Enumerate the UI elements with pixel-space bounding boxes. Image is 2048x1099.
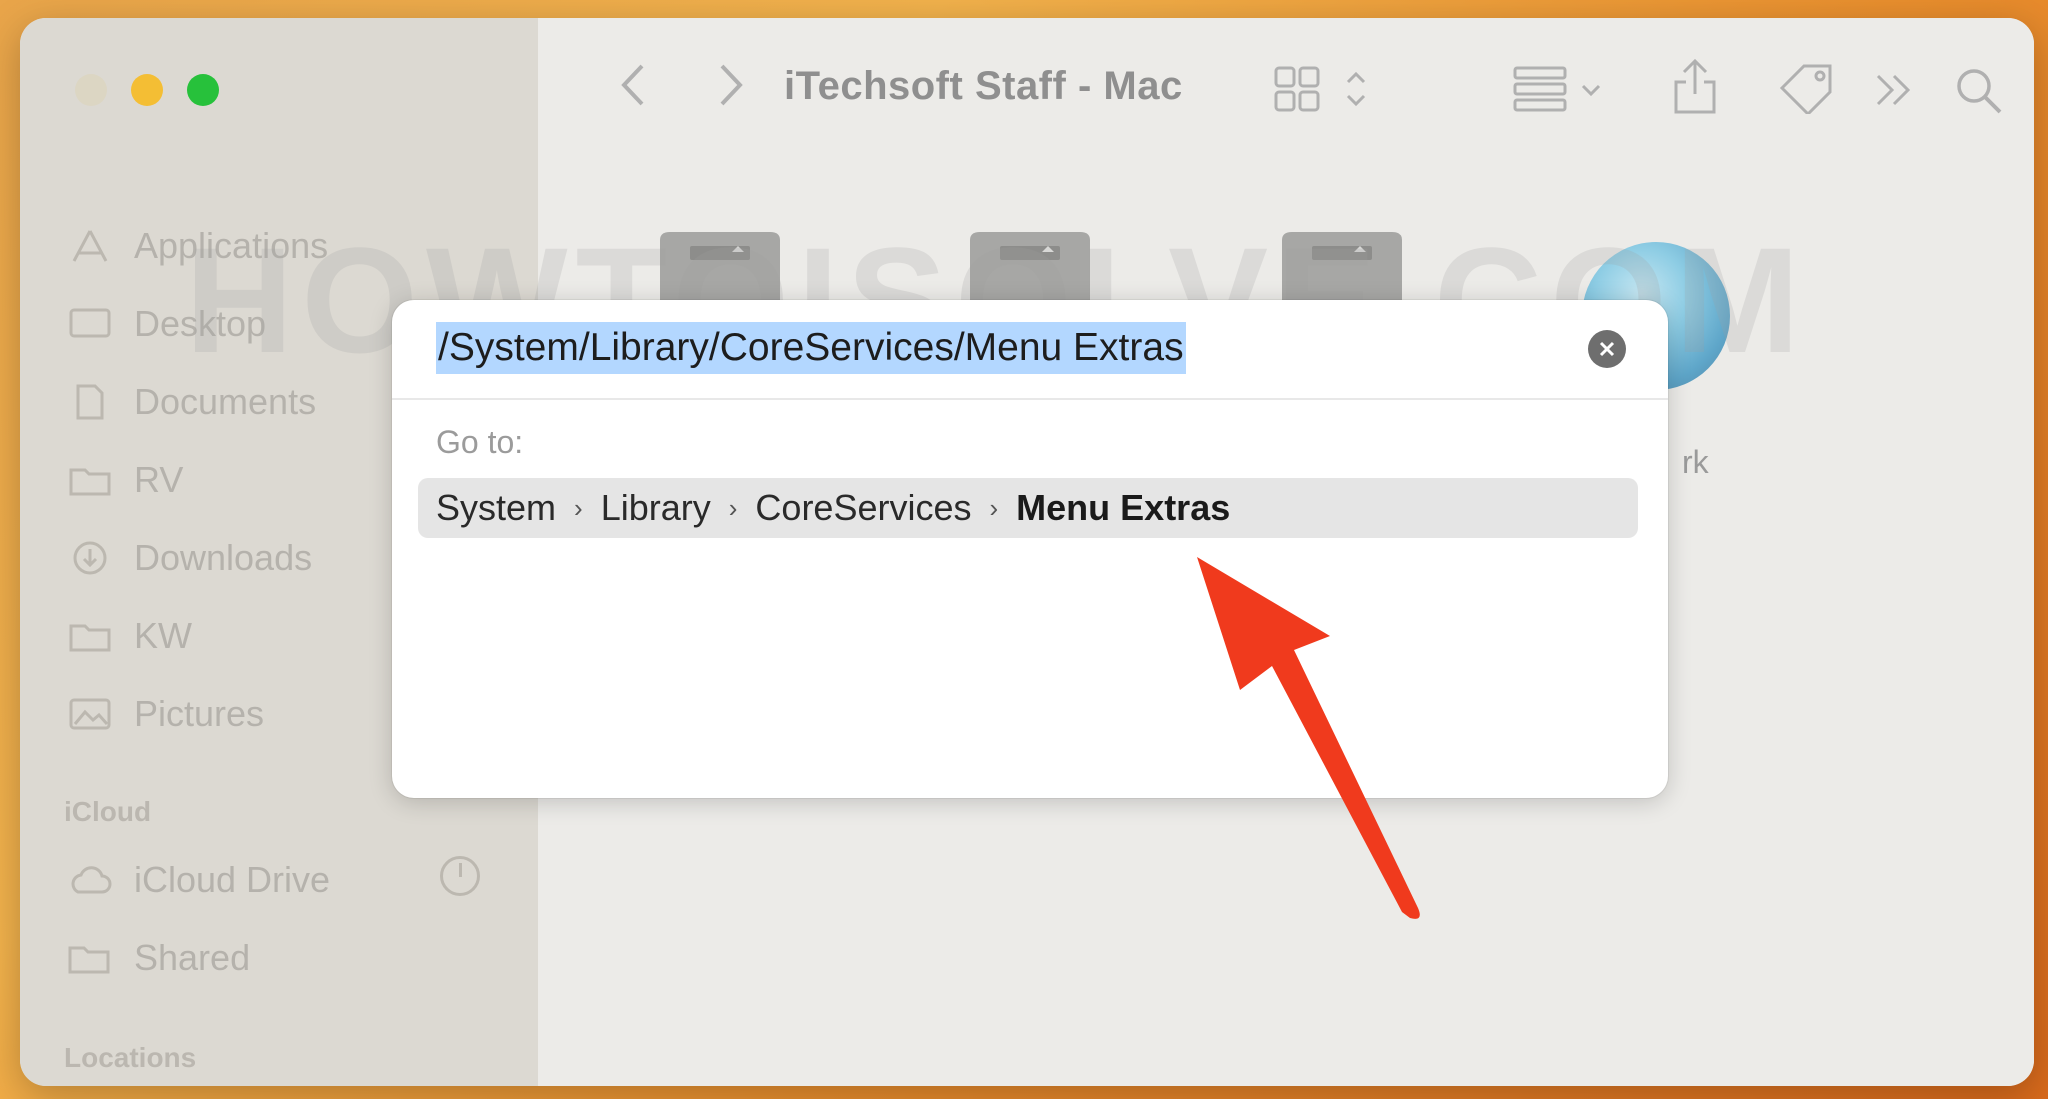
annotation-arrow [1197, 557, 1420, 919]
